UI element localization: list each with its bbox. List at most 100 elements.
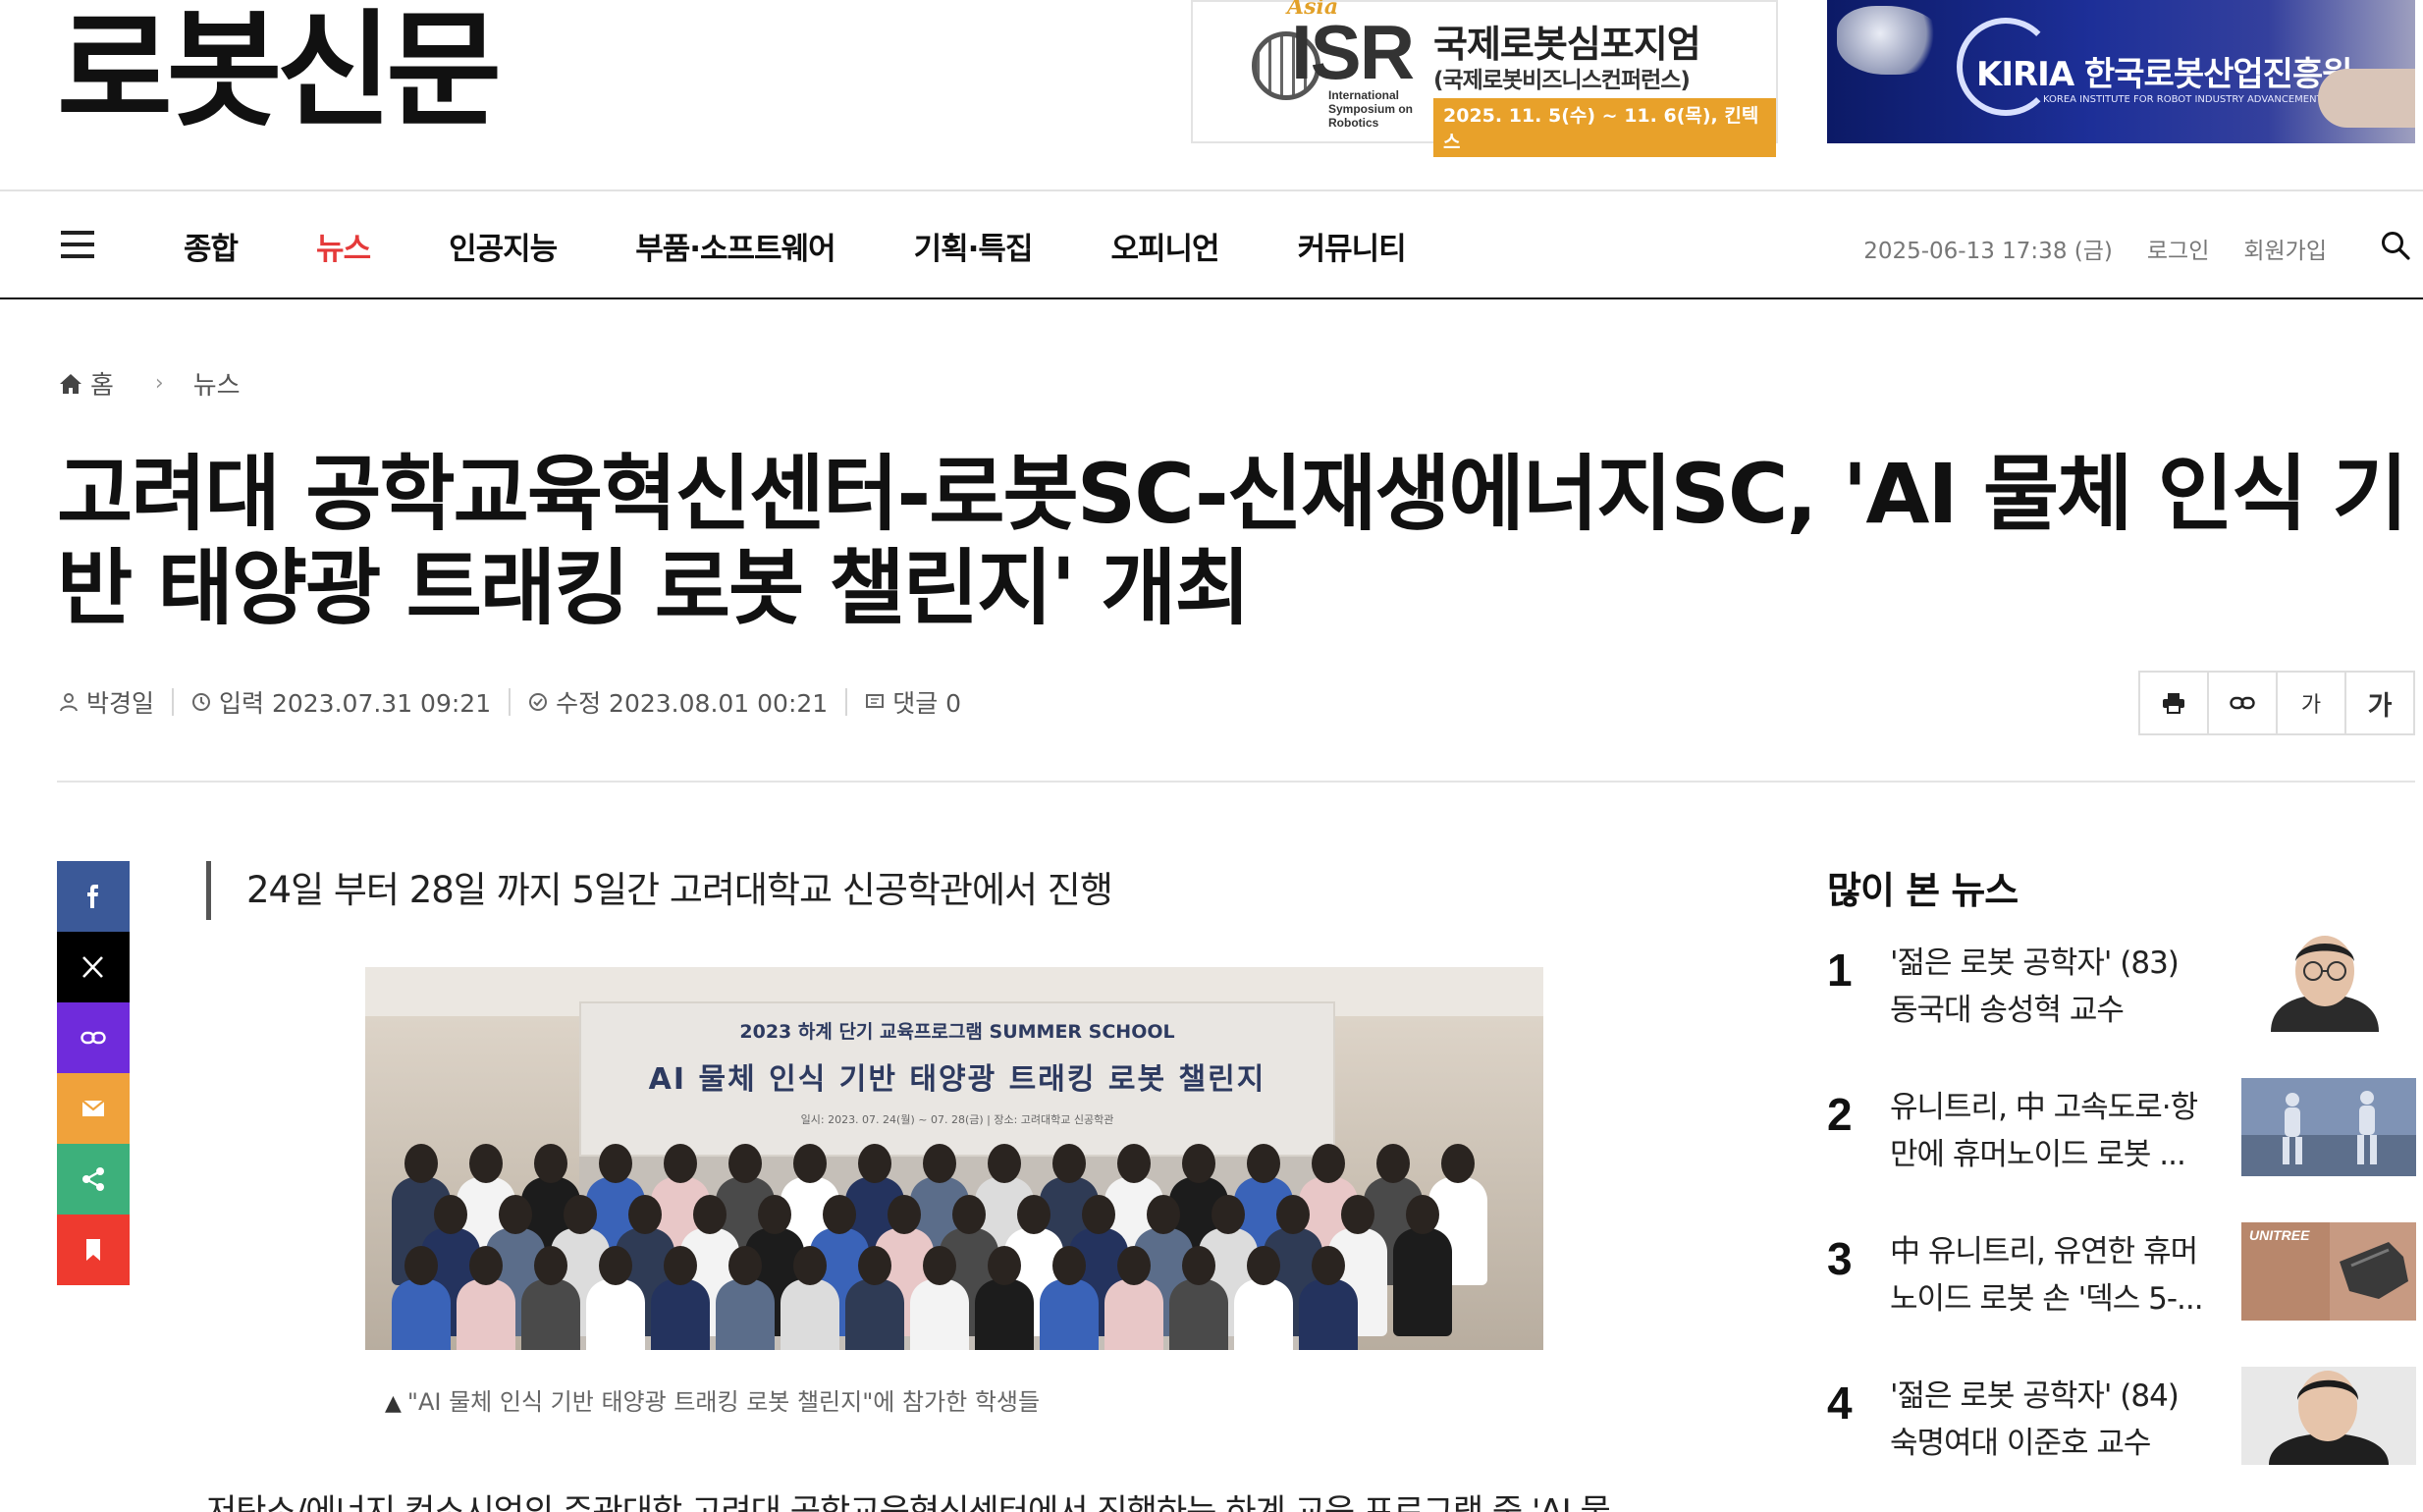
photo-person-head xyxy=(858,1144,891,1183)
share-x-button[interactable] xyxy=(57,932,130,1002)
photo-person-head xyxy=(469,1144,503,1183)
isr-banner-title: 국제로봇심포지엄 xyxy=(1433,23,1701,66)
email-icon xyxy=(81,1100,105,1116)
copy-link-button[interactable] xyxy=(2209,673,2278,733)
login-link[interactable]: 로그인 xyxy=(2147,232,2209,265)
popular-news-title: 中 유니트리, 유연한 휴머 노이드 로봇 손 '덱스 5-... xyxy=(1890,1228,2214,1323)
photo-person-head xyxy=(599,1144,632,1183)
photo-person-head xyxy=(858,1246,891,1285)
photo-person-head xyxy=(404,1246,438,1285)
photo-caption: ▲ "AI 물체 인식 기반 태양광 트래킹 로봇 챌린지"에 참가한 학생들 xyxy=(385,1382,1040,1417)
font-decrease-button[interactable]: 가 xyxy=(2278,673,2346,733)
article-photo[interactable]: 2023 하계 단기 교육프로그램 SUMMER SCHOOL AI 물체 인식… xyxy=(365,967,1543,1350)
print-button[interactable] xyxy=(2140,673,2209,733)
share-link-button[interactable] xyxy=(57,1002,130,1073)
nav-item-general[interactable]: 종합 xyxy=(184,224,239,268)
photo-person-head xyxy=(1276,1195,1310,1234)
photo-person-head xyxy=(1247,1144,1280,1183)
isr-banner-subtitle: (국제로봇비즈니스컨퍼런스) xyxy=(1433,68,1691,93)
breadcrumb-section[interactable]: 뉴스 xyxy=(193,365,241,402)
photo-person-head xyxy=(664,1246,697,1285)
photo-banner-line3: 일시: 2023. 07. 24(월) ~ 07. 28(금) | 장소: 고려… xyxy=(800,1113,1114,1126)
home-icon[interactable] xyxy=(59,373,82,395)
photo-person-head xyxy=(628,1195,662,1234)
photo-caption-text: "AI 물체 인식 기반 태양광 트래킹 로봇 챌린지"에 참가한 학생들 xyxy=(406,1388,1041,1416)
share-email-button[interactable] xyxy=(57,1073,130,1144)
article-subtitle: 24일 부터 28일 까지 5일간 고려대학교 신공학관에서 진행 xyxy=(206,861,1113,920)
popular-news-thumbnail xyxy=(2241,1367,2416,1465)
photo-person-body xyxy=(1234,1279,1293,1350)
photo-person-body xyxy=(1169,1279,1228,1350)
photo-person-head xyxy=(1052,1246,1086,1285)
popular-news-item[interactable]: 3 中 유니트리, 유연한 휴머 노이드 로봇 손 '덱스 5-... UNIT… xyxy=(1827,1222,2416,1336)
nav-item-opinion[interactable]: 오피니언 xyxy=(1110,224,1219,268)
popular-news-rank: 1 xyxy=(1827,945,1853,996)
nav-item-parts-software[interactable]: 부품·소프트웨어 xyxy=(635,224,835,268)
photo-banner-line2: AI 물체 인식 기반 태양광 트래킹 로봇 챌린지 xyxy=(648,1062,1266,1097)
popular-news-title-line: 만에 휴머노이드 로봇 ... xyxy=(1890,1137,2186,1172)
hamburger-menu-icon[interactable] xyxy=(61,231,94,258)
photo-person-head xyxy=(599,1246,632,1285)
popular-news-title-line: 中 유니트리, 유연한 휴머 xyxy=(1890,1234,2198,1269)
breadcrumb-home[interactable]: 홈 xyxy=(90,365,114,402)
comment-icon xyxy=(866,694,885,708)
photo-person-body xyxy=(975,1279,1034,1350)
check-circle-icon xyxy=(529,693,548,711)
share-bar xyxy=(57,861,130,1285)
photo-person-head xyxy=(1117,1246,1151,1285)
popular-news-title-line: 유니트리, 中 고속도로·항 xyxy=(1890,1090,2198,1125)
photo-person-head xyxy=(1247,1246,1280,1285)
isr-logo: ISR xyxy=(1291,9,1415,95)
photo-person-head xyxy=(1182,1246,1215,1285)
font-increase-button[interactable]: 가 xyxy=(2346,673,2413,733)
popular-news-item[interactable]: 1 '젊은 로봇 공학자' (83) 동국대 송성혁 교수 xyxy=(1827,934,2416,1048)
photo-person-head xyxy=(728,1144,762,1183)
search-icon[interactable] xyxy=(2381,231,2410,260)
link-icon xyxy=(81,1031,106,1045)
photo-person-head xyxy=(534,1144,567,1183)
photo-person-head xyxy=(988,1246,1021,1285)
article-comment-count[interactable]: 댓글 0 xyxy=(892,684,961,720)
article-meta: 박경일 입력 2023.07.31 09:21 수정 2023.08.01 00… xyxy=(59,684,961,720)
photo-person-body xyxy=(1104,1279,1163,1350)
photo-person-head xyxy=(499,1195,532,1234)
popular-news-item[interactable]: 4 '젊은 로봇 공학자' (84) 숙명여대 이준호 교수 xyxy=(1827,1367,2416,1481)
nav-item-features[interactable]: 기획·특집 xyxy=(914,224,1034,268)
nav-item-ai[interactable]: 인공지능 xyxy=(449,224,558,268)
share-more-button[interactable] xyxy=(57,1144,130,1215)
popular-news-item[interactable]: 2 유니트리, 中 고속도로·항 만에 휴머노이드 로봇 ... xyxy=(1827,1078,2416,1192)
photo-person-head xyxy=(988,1144,1021,1183)
photo-person-head xyxy=(564,1195,597,1234)
isr-banner[interactable]: Asia ISR International Symposium on Robo… xyxy=(1191,0,1778,157)
article-created-date: 입력 2023.07.31 09:21 xyxy=(219,689,492,718)
nav-item-news[interactable]: 뉴스 xyxy=(316,224,371,268)
isr-banner-date: 2025. 11. 5(수) ~ 11. 6(목), 킨텍스 xyxy=(1433,98,1776,157)
photo-person-head xyxy=(1017,1195,1050,1234)
thumbnail-brand-text: UNITREE xyxy=(2249,1227,2310,1243)
article-author[interactable]: 박경일 xyxy=(86,684,154,720)
signup-link[interactable]: 회원가입 xyxy=(2243,232,2327,265)
nav-items: 종합 뉴스 인공지능 부품·소프트웨어 기획·특집 오피니언 커뮤니티 xyxy=(184,224,1484,268)
popular-news-rank: 4 xyxy=(1827,1377,1853,1429)
photo-banner-line1: 2023 하계 단기 교육프로그램 SUMMER SCHOOL xyxy=(739,1021,1175,1043)
share-facebook-button[interactable] xyxy=(57,861,130,932)
bookmark-button[interactable] xyxy=(57,1215,130,1285)
nav-item-community[interactable]: 커뮤니티 xyxy=(1298,224,1407,268)
popular-news-title: '젊은 로봇 공학자' (84) 숙명여대 이준호 교수 xyxy=(1890,1373,2214,1467)
photo-person-head xyxy=(1312,1144,1345,1183)
chevron-right-icon: › xyxy=(154,371,164,396)
photo-person-head xyxy=(664,1144,697,1183)
photo-person-head xyxy=(888,1195,921,1234)
photo-person-head xyxy=(793,1246,827,1285)
article-tools: 가 가 xyxy=(2138,671,2415,735)
breadcrumb: 홈 › 뉴스 xyxy=(59,365,241,402)
kiria-banner[interactable]: KIRIA 한국로봇산업진흥원 KOREA INSTITUTE FOR ROBO… xyxy=(1827,0,2415,143)
meta-divider xyxy=(509,688,512,716)
popular-news-heading: 많이 본 뉴스 xyxy=(1827,869,2019,912)
popular-news-title-line: 동국대 송성혁 교수 xyxy=(1890,993,2125,1028)
popular-news-thumbnail xyxy=(2241,934,2416,1032)
nav-utility: 2025-06-13 17:38 (금) 로그인 회원가입 xyxy=(1863,232,2327,265)
current-datetime: 2025-06-13 17:38 (금) xyxy=(1863,239,2113,264)
site-logo[interactable]: 로봇신문 xyxy=(57,4,587,126)
photo-person-body xyxy=(845,1279,904,1350)
